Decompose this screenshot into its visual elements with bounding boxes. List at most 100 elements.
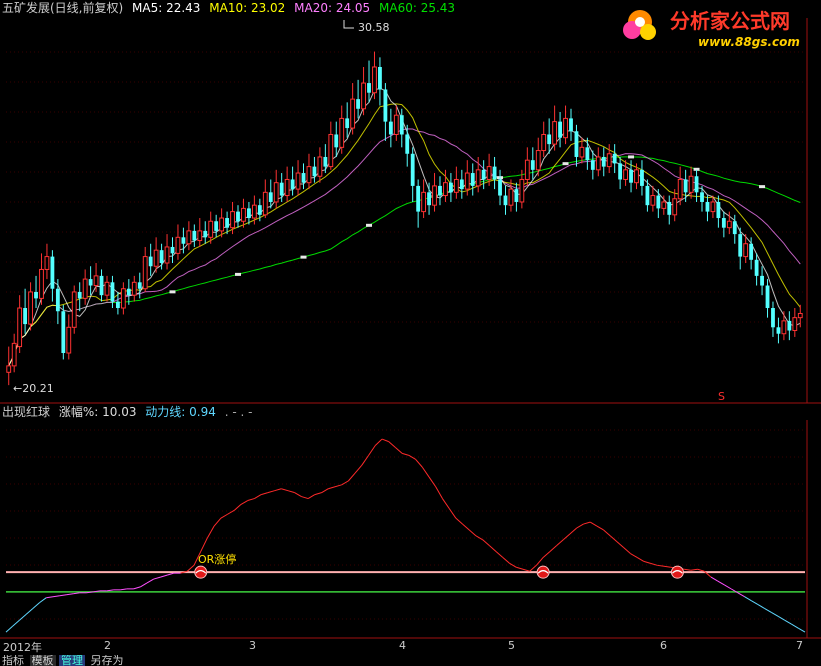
candle-body xyxy=(754,259,759,276)
candle-body xyxy=(208,220,214,238)
tab-template[interactable]: 模板 xyxy=(29,655,56,666)
candle-body xyxy=(541,133,547,152)
candle-body xyxy=(273,182,279,203)
candle-body xyxy=(563,117,568,139)
chart-canvas[interactable]: 30.58 ←20.21 S OR涨停 xyxy=(0,0,821,666)
red-ball xyxy=(194,565,208,579)
ma60-value: MA60: 25.43 xyxy=(379,1,456,15)
candle-body xyxy=(667,201,672,215)
candle-body xyxy=(388,121,393,135)
candle-body xyxy=(459,179,464,190)
candle-body xyxy=(88,279,93,286)
candle-body xyxy=(247,208,251,219)
candle-body xyxy=(126,288,131,296)
candle-body xyxy=(475,169,481,187)
candle-body xyxy=(694,176,699,193)
candle-body xyxy=(230,211,235,229)
candle-body xyxy=(640,169,644,186)
indicator-name: 出现红球 xyxy=(2,405,51,419)
candle-body xyxy=(760,275,764,286)
candle xyxy=(61,304,66,360)
tab-manage[interactable]: 管理 xyxy=(59,655,85,666)
candle-body xyxy=(498,179,502,196)
candle-body xyxy=(508,188,514,206)
candle-body xyxy=(569,118,573,132)
candle-body xyxy=(6,365,12,373)
candle-body xyxy=(301,173,306,183)
candle-body xyxy=(448,182,453,193)
ma60-marker xyxy=(366,223,373,227)
candle-body xyxy=(28,291,33,325)
candle-body xyxy=(170,246,175,254)
candle-body xyxy=(148,256,153,267)
candle-body xyxy=(443,182,448,197)
candle-body xyxy=(421,191,427,213)
or-label: OR涨停 xyxy=(198,552,236,566)
candle-body xyxy=(558,121,562,138)
ma60-marker xyxy=(628,155,635,159)
candle-body xyxy=(334,134,339,148)
candle-body xyxy=(23,308,28,325)
candle-body xyxy=(378,66,382,90)
time-axis: 2012年 2 3 4 5 6 7 xyxy=(0,638,821,654)
candle-body xyxy=(257,205,262,215)
ma60-marker xyxy=(235,272,242,276)
candle-body xyxy=(503,195,508,206)
candle-body xyxy=(464,172,470,190)
candle-body xyxy=(241,207,246,222)
candle-body xyxy=(710,201,716,213)
candle-body xyxy=(732,221,737,235)
candle-body xyxy=(317,156,323,177)
candle-body xyxy=(137,282,142,289)
candle-body xyxy=(61,311,66,354)
logo: 分析家公式网 www.88gs.com xyxy=(618,0,818,52)
ma60-marker xyxy=(759,185,766,189)
candle xyxy=(71,285,77,334)
ma60-marker xyxy=(300,255,307,259)
candle-body xyxy=(175,236,181,254)
candle-body xyxy=(284,178,290,197)
candle-body xyxy=(372,66,377,94)
candle-body xyxy=(66,326,72,354)
candle-body xyxy=(104,281,110,296)
axis-label: 5 xyxy=(508,639,515,652)
axis-label: 2012年 xyxy=(3,641,42,654)
candle-body xyxy=(159,250,164,264)
candle-body xyxy=(749,243,754,260)
stock-name: 五矿发展(日线,前复权) xyxy=(2,1,124,15)
red-ball xyxy=(536,565,550,579)
candle-body xyxy=(738,234,743,257)
candle-body xyxy=(585,147,590,161)
axis-label: 2 xyxy=(104,639,111,652)
candle-body xyxy=(120,288,126,309)
candle-body xyxy=(192,230,197,241)
candle-body xyxy=(771,308,775,328)
change-value: 涨幅%: 10.03 xyxy=(58,405,137,419)
candle-body xyxy=(612,153,617,164)
candle-body xyxy=(115,301,120,309)
ma60-marker xyxy=(562,162,569,166)
candle-body xyxy=(268,192,273,202)
candle-body xyxy=(164,246,170,264)
candle-body xyxy=(432,185,437,206)
tab-indicator[interactable]: 指标 xyxy=(0,655,26,666)
stock-chart-window: 30.58 ←20.21 S OR涨停 五矿发展(日线,前复权) MA5: 22… xyxy=(0,0,821,666)
candle-body xyxy=(743,243,749,258)
candle-body xyxy=(383,89,388,122)
candle-body xyxy=(262,191,268,216)
candle-body xyxy=(547,134,552,145)
candle-body xyxy=(251,204,257,219)
tab-save-as[interactable]: 另存为 xyxy=(89,655,126,666)
candle-body xyxy=(82,278,88,299)
candle-body xyxy=(650,195,656,206)
candle-body xyxy=(677,178,683,200)
candle-body xyxy=(530,160,535,170)
logo-graphic: 分析家公式网 www.88gs.com xyxy=(623,9,800,49)
candle-body xyxy=(700,192,704,202)
sub-header: 出现红球 涨幅%: 10.03 动力线: 0.94 . - . - xyxy=(2,404,257,420)
candle-body xyxy=(345,118,350,129)
axis-label: 6 xyxy=(660,639,667,652)
candle-body xyxy=(405,134,410,154)
candle-body xyxy=(236,211,240,222)
candle-body xyxy=(683,179,688,193)
